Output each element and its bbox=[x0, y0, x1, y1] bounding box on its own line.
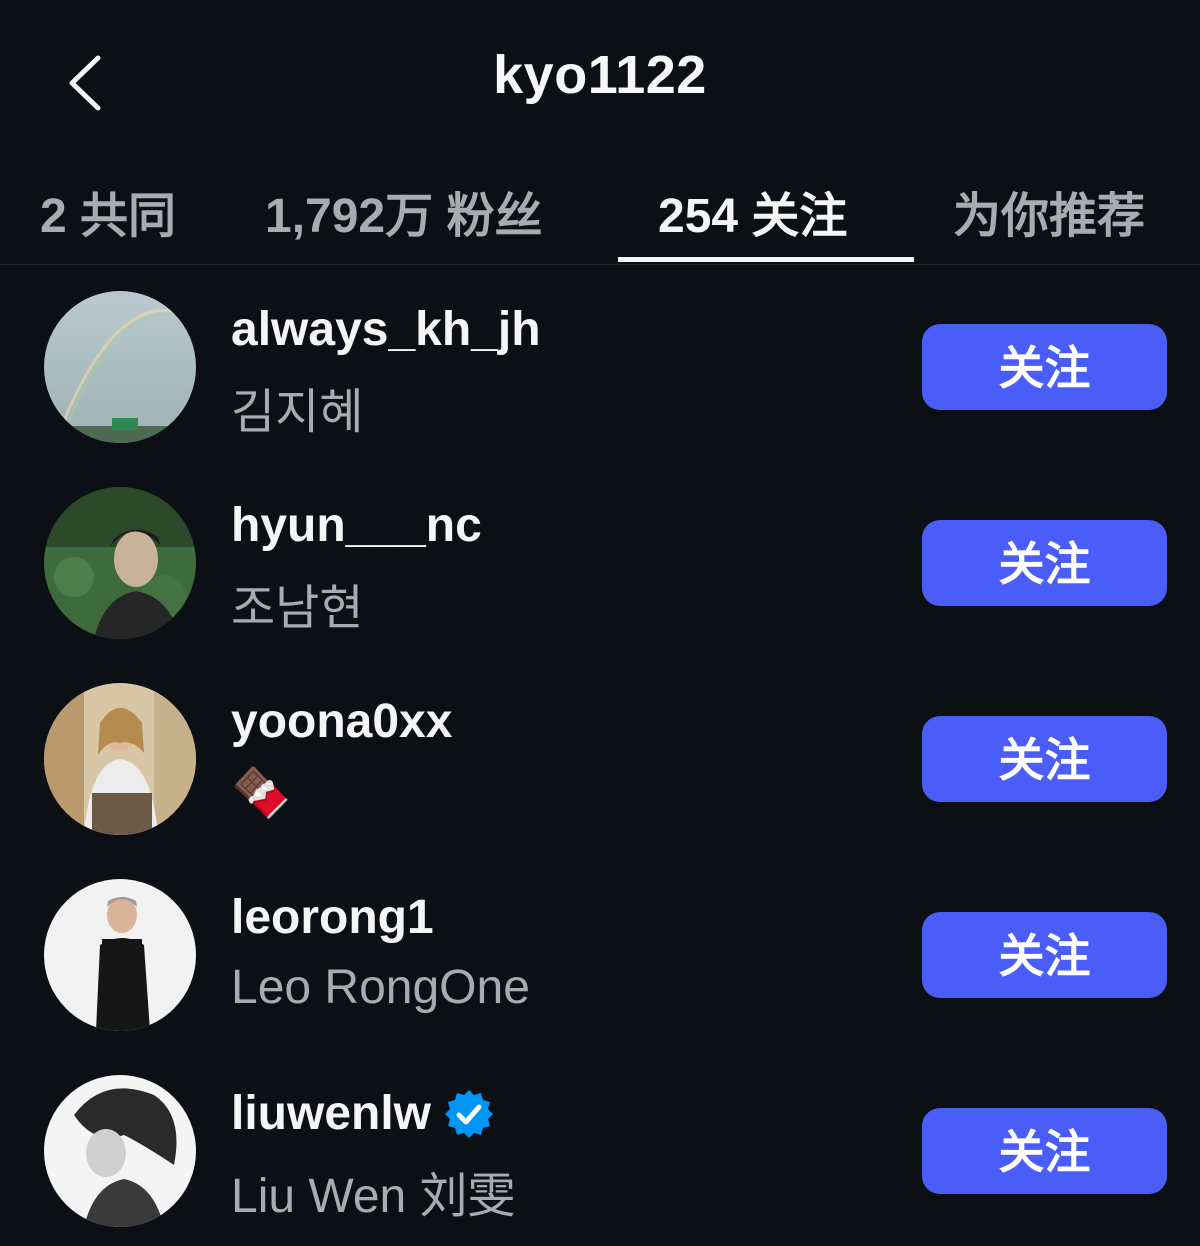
username[interactable]: yoona0xx bbox=[231, 694, 452, 749]
list-item[interactable]: yoona0xx 🍫 关注 bbox=[0, 658, 1200, 854]
follow-button[interactable]: 关注 bbox=[922, 520, 1167, 606]
woman-bw-portrait-photo bbox=[44, 1075, 196, 1227]
username[interactable]: hyun___nc bbox=[231, 498, 482, 553]
header-bar: kyo1122 bbox=[0, 0, 1200, 160]
avatar[interactable] bbox=[44, 683, 196, 835]
avatar[interactable] bbox=[44, 879, 196, 1031]
tab-mutual[interactable]: 2 共同 bbox=[40, 176, 176, 262]
avatar[interactable] bbox=[44, 487, 196, 639]
tab-bar: 2 共同 1,792万 粉丝 254 关注 为你推荐 bbox=[0, 160, 1200, 265]
follow-button[interactable]: 关注 bbox=[922, 324, 1167, 410]
full-name: 🍫 bbox=[231, 765, 291, 821]
avatar[interactable] bbox=[44, 1075, 196, 1227]
follow-button[interactable]: 关注 bbox=[922, 912, 1167, 998]
man-in-black-photo bbox=[44, 879, 196, 1031]
full-name: 김지혜 bbox=[231, 386, 364, 439]
tab-suggested[interactable]: 为你推荐 bbox=[953, 176, 1145, 262]
rainbow-photo bbox=[44, 291, 196, 443]
page-title: kyo1122 bbox=[493, 45, 707, 105]
man-outdoors-photo bbox=[44, 487, 196, 639]
full-name: Leo RongOne bbox=[231, 961, 530, 1014]
tab-followers[interactable]: 1,792万 粉丝 bbox=[265, 176, 542, 262]
tab-following[interactable]: 254 关注 bbox=[658, 176, 847, 262]
list-item[interactable]: always_kh_jh 김지혜 关注 bbox=[0, 266, 1200, 462]
follow-button[interactable]: 关注 bbox=[922, 1108, 1167, 1194]
list-item[interactable]: hyun___nc 조남현 关注 bbox=[0, 462, 1200, 658]
woman-sitting-photo bbox=[44, 683, 196, 835]
list-item[interactable]: leorong1 Leo RongOne 关注 bbox=[0, 854, 1200, 1050]
list-item[interactable]: liuwenlw Liu Wen 刘雯 关注 bbox=[0, 1050, 1200, 1246]
verified-badge-icon bbox=[445, 1089, 494, 1138]
username[interactable]: liuwenlw bbox=[231, 1086, 495, 1141]
avatar[interactable] bbox=[44, 291, 196, 443]
follow-button[interactable]: 关注 bbox=[922, 716, 1167, 802]
active-tab-indicator bbox=[618, 257, 914, 262]
full-name: 조남현 bbox=[231, 582, 364, 635]
full-name: Liu Wen 刘雯 bbox=[231, 1170, 516, 1223]
username[interactable]: always_kh_jh bbox=[231, 302, 541, 357]
username[interactable]: leorong1 bbox=[231, 890, 434, 945]
